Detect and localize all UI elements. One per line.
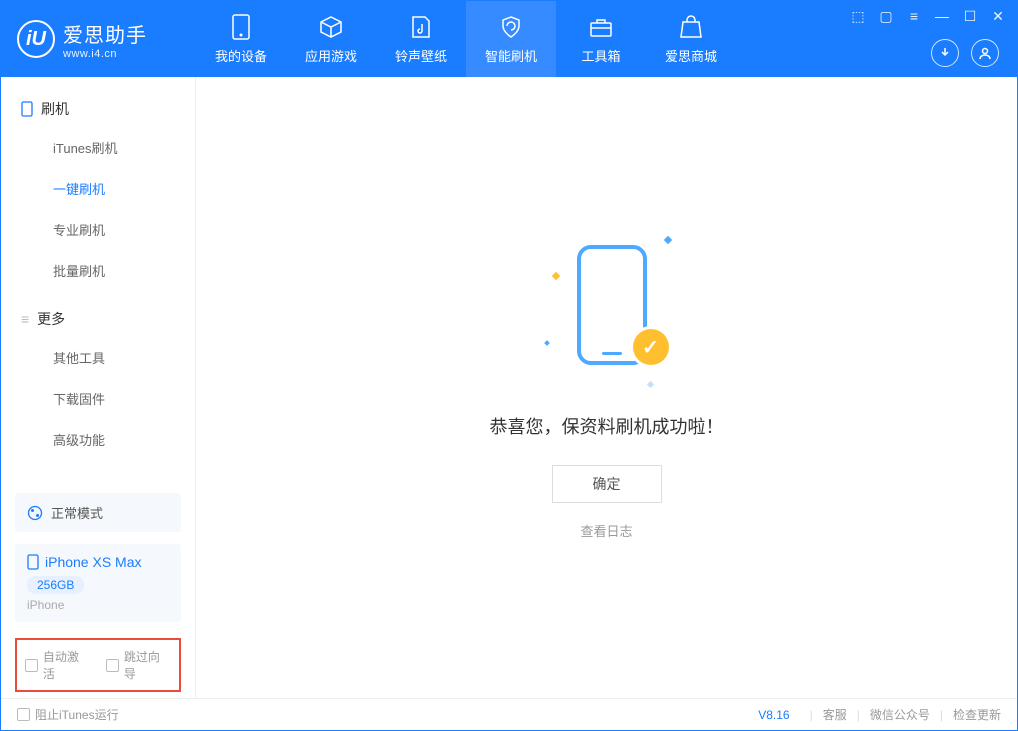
list-icon: ≡ bbox=[21, 311, 29, 327]
sidebar-group-title: 刷机 bbox=[41, 99, 69, 119]
cube-icon bbox=[318, 14, 344, 40]
window-controls: ⬚ ▢ ≡ — ☐ ✕ bbox=[849, 7, 1007, 25]
device-name-text: iPhone XS Max bbox=[45, 554, 142, 570]
sparkle-icon bbox=[544, 340, 550, 346]
minimize-button[interactable]: — bbox=[933, 7, 951, 25]
checkbox-label: 跳过向导 bbox=[124, 648, 171, 682]
logo-icon: iU bbox=[17, 20, 55, 58]
phone-small-icon bbox=[21, 101, 33, 117]
footer-link-wechat[interactable]: 微信公众号 bbox=[870, 706, 930, 723]
view-log-link[interactable]: 查看日志 bbox=[580, 521, 632, 540]
menu-icon[interactable]: ≡ bbox=[905, 7, 923, 25]
refresh-shield-icon bbox=[498, 14, 524, 40]
checkbox-block-itunes[interactable]: 阻止iTunes运行 bbox=[17, 706, 119, 723]
check-badge-icon: ✓ bbox=[633, 329, 669, 365]
feedback-icon[interactable]: ▢ bbox=[877, 7, 895, 25]
nav-tab-apps[interactable]: 应用游戏 bbox=[286, 1, 376, 77]
sidebar-item-other-tools[interactable]: 其他工具 bbox=[1, 337, 195, 378]
nav-label: 爱思商城 bbox=[665, 46, 717, 65]
checkbox-icon bbox=[106, 659, 119, 672]
sidebar-group-more: ≡ 更多 bbox=[1, 301, 195, 337]
sidebar-item-itunes-flash[interactable]: iTunes刷机 bbox=[1, 127, 195, 168]
checkbox-skip-guide[interactable]: 跳过向导 bbox=[106, 648, 171, 682]
phone-icon bbox=[228, 14, 254, 40]
sidebar: 刷机 iTunes刷机 一键刷机 专业刷机 批量刷机 ≡ 更多 其他工具 下载固… bbox=[1, 77, 196, 698]
checkbox-label: 阻止iTunes运行 bbox=[35, 706, 119, 723]
confirm-button[interactable]: 确定 bbox=[552, 465, 662, 503]
nav-tab-flash[interactable]: 智能刷机 bbox=[466, 1, 556, 77]
app-header: iU 爱思助手 www.i4.cn 我的设备 应用游戏 铃声壁纸 智能刷机 bbox=[1, 1, 1017, 77]
highlighted-checkbox-row: 自动激活 跳过向导 bbox=[15, 638, 181, 692]
nav-label: 工具箱 bbox=[581, 46, 620, 65]
nav-label: 智能刷机 bbox=[485, 46, 537, 65]
mode-card[interactable]: 正常模式 bbox=[15, 493, 181, 532]
checkbox-auto-activate[interactable]: 自动激活 bbox=[25, 648, 90, 682]
download-button[interactable] bbox=[931, 39, 959, 67]
sparkle-icon bbox=[646, 381, 653, 388]
sidebar-item-pro-flash[interactable]: 专业刷机 bbox=[1, 209, 195, 250]
main-content: ✓ 恭喜您，保资料刷机成功啦！ 确定 查看日志 bbox=[196, 77, 1017, 698]
sidebar-item-download-firmware[interactable]: 下载固件 bbox=[1, 378, 195, 419]
device-icon bbox=[27, 554, 39, 570]
logo: iU 爱思助手 www.i4.cn bbox=[1, 19, 196, 60]
device-card[interactable]: iPhone XS Max 256GB iPhone bbox=[15, 544, 181, 622]
nav-tab-device[interactable]: 我的设备 bbox=[196, 1, 286, 77]
nav-tab-toolbox[interactable]: 工具箱 bbox=[556, 1, 646, 77]
maximize-button[interactable]: ☐ bbox=[961, 7, 979, 25]
nav-tab-store[interactable]: 爱思商城 bbox=[646, 1, 736, 77]
footer: 阻止iTunes运行 V8.16 | 客服 | 微信公众号 | 检查更新 bbox=[1, 698, 1017, 730]
bag-icon bbox=[678, 14, 704, 40]
mode-icon bbox=[27, 505, 43, 521]
checkbox-label: 自动激活 bbox=[43, 648, 90, 682]
app-subtitle: www.i4.cn bbox=[63, 48, 147, 60]
nav-label: 应用游戏 bbox=[305, 46, 357, 65]
mode-label: 正常模式 bbox=[51, 503, 103, 522]
music-file-icon bbox=[408, 14, 434, 40]
user-button[interactable] bbox=[971, 39, 999, 67]
nav-label: 铃声壁纸 bbox=[395, 46, 447, 65]
footer-link-support[interactable]: 客服 bbox=[823, 706, 847, 723]
footer-link-update[interactable]: 检查更新 bbox=[953, 706, 1001, 723]
close-button[interactable]: ✕ bbox=[989, 7, 1007, 25]
sparkle-icon bbox=[663, 236, 671, 244]
toolbox-icon bbox=[588, 14, 614, 40]
success-illustration: ✓ bbox=[547, 235, 667, 385]
success-message: 恭喜您，保资料刷机成功啦！ bbox=[490, 413, 724, 439]
app-title: 爱思助手 bbox=[63, 19, 147, 48]
sidebar-group-flash: 刷机 bbox=[1, 91, 195, 127]
nav-tab-ringtones[interactable]: 铃声壁纸 bbox=[376, 1, 466, 77]
sidebar-item-advanced[interactable]: 高级功能 bbox=[1, 419, 195, 460]
sparkle-icon bbox=[551, 272, 559, 280]
nav-tabs: 我的设备 应用游戏 铃声壁纸 智能刷机 工具箱 爱思商城 bbox=[196, 1, 736, 77]
sidebar-group-title: 更多 bbox=[37, 309, 65, 329]
sidebar-item-oneclick-flash[interactable]: 一键刷机 bbox=[1, 168, 195, 209]
checkbox-icon bbox=[17, 708, 30, 721]
version-label: V8.16 bbox=[758, 708, 789, 722]
device-capacity: 256GB bbox=[27, 576, 84, 594]
device-type: iPhone bbox=[27, 598, 169, 612]
checkbox-icon bbox=[25, 659, 38, 672]
nav-label: 我的设备 bbox=[215, 46, 267, 65]
sidebar-item-batch-flash[interactable]: 批量刷机 bbox=[1, 250, 195, 291]
shirt-icon[interactable]: ⬚ bbox=[849, 7, 867, 25]
